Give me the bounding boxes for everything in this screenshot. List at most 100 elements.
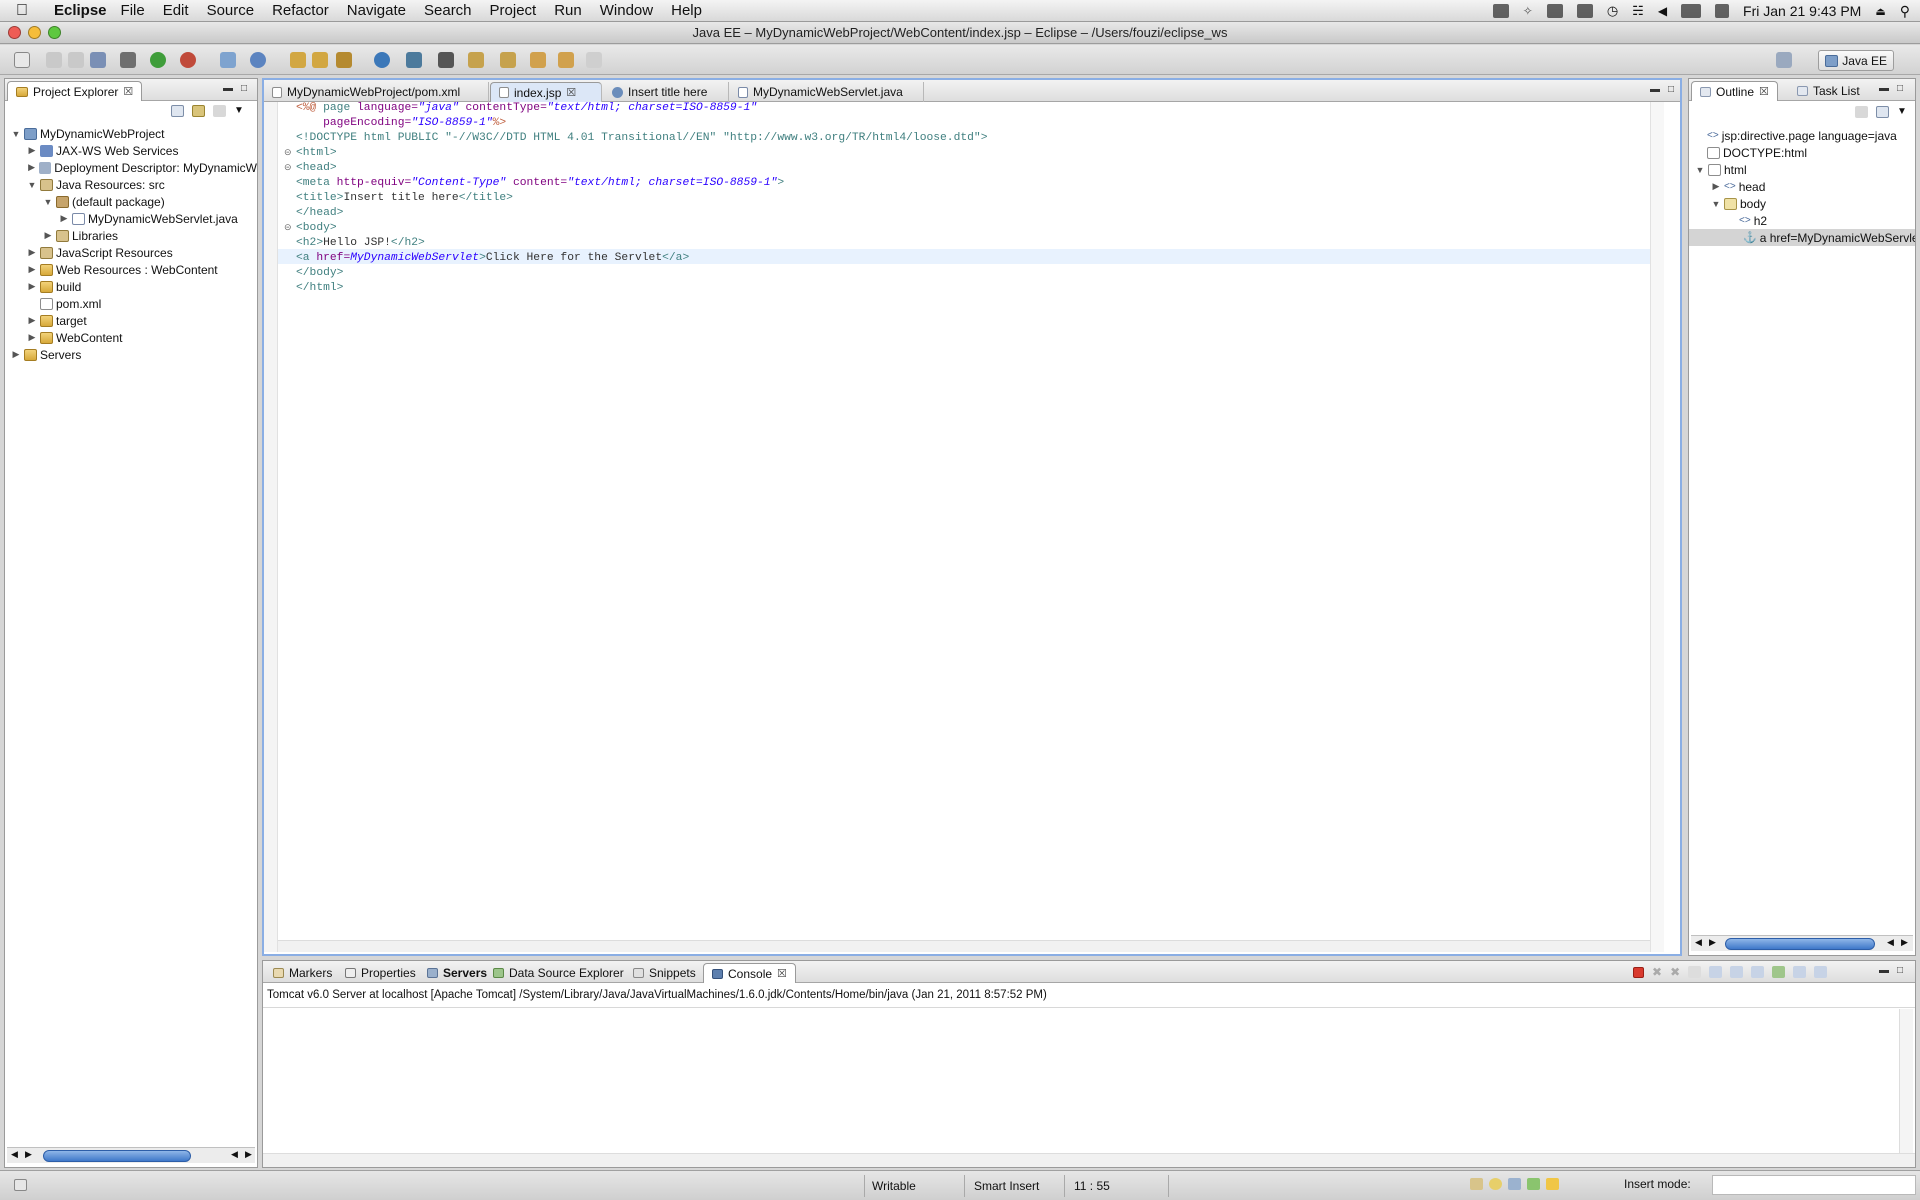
- code-line-8[interactable]: </head>: [296, 207, 343, 222]
- console-hscrollbar[interactable]: [263, 1153, 1915, 1167]
- star-icon[interactable]: [1546, 1178, 1559, 1190]
- menu-edit[interactable]: Edit: [163, 2, 189, 19]
- back-icon[interactable]: [530, 52, 546, 68]
- menu-window[interactable]: Window: [600, 2, 653, 19]
- next-annotation-icon[interactable]: [468, 52, 484, 68]
- tab-task-list[interactable]: Task List: [1789, 81, 1868, 101]
- menu-source[interactable]: Source: [207, 2, 255, 19]
- pin-console-icon[interactable]: [1772, 966, 1786, 978]
- code-line-13[interactable]: </html>: [296, 282, 343, 297]
- twisty-icon[interactable]: ▶: [27, 145, 37, 156]
- scroll-right-icon[interactable]: ▶: [245, 1149, 252, 1160]
- explorer-scrollbar[interactable]: ◀ ▶ ◀ ▶: [7, 1147, 255, 1163]
- twisty-icon[interactable]: ▶: [11, 349, 21, 360]
- menu-project[interactable]: Project: [490, 2, 537, 19]
- twisty-icon[interactable]: ▶: [27, 162, 36, 173]
- scroll-right-icon[interactable]: ▶: [25, 1149, 32, 1160]
- code-line-12[interactable]: </body>: [296, 267, 343, 282]
- new-web-service-icon[interactable]: [250, 52, 266, 68]
- clear-console-icon[interactable]: [1688, 966, 1702, 978]
- twisty-icon[interactable]: ▼: [11, 129, 21, 139]
- twisty-icon[interactable]: ▼: [27, 180, 37, 190]
- app-menu[interactable]: Eclipse: [54, 2, 107, 19]
- tree-item-webcontent[interactable]: ▶ WebContent: [27, 329, 123, 346]
- search-icon[interactable]: [336, 52, 352, 68]
- new-server-icon[interactable]: [220, 52, 236, 68]
- code-line-3[interactable]: <!DOCTYPE html PUBLIC "-//W3C//DTD HTML …: [296, 132, 987, 147]
- code-line-4[interactable]: <html>: [296, 147, 337, 162]
- code-line-9[interactable]: <body>: [296, 222, 337, 237]
- plugin-icon[interactable]: [1527, 1178, 1540, 1190]
- view-menu-icon[interactable]: ▼: [1897, 106, 1907, 118]
- maximize-icon[interactable]: □: [241, 83, 247, 94]
- perspective-java-ee[interactable]: Java EE: [1818, 50, 1894, 71]
- bluetooth-icon[interactable]: ✧: [1523, 4, 1533, 18]
- tab-data-source-explorer[interactable]: Data Source Explorer: [485, 963, 632, 983]
- twisty-icon[interactable]: ▶: [27, 315, 37, 326]
- save-all-icon[interactable]: [68, 52, 84, 68]
- tree-item-deployment-descriptor[interactable]: ▶ Deployment Descriptor: MyDynamicW: [27, 159, 257, 176]
- menu-help[interactable]: Help: [671, 2, 702, 19]
- menu-run[interactable]: Run: [554, 2, 582, 19]
- filter-icon[interactable]: [213, 105, 226, 117]
- open-perspective-icon[interactable]: [1776, 52, 1792, 68]
- tree-item-build[interactable]: ▶ build: [27, 278, 82, 295]
- outline-item-directive[interactable]: <> jsp:directive.page language=java: [1707, 127, 1897, 144]
- editor-gutter[interactable]: [264, 102, 278, 952]
- close-tab-icon[interactable]: ☒: [1759, 85, 1769, 98]
- outline-item-h2[interactable]: <> h2: [1739, 212, 1767, 229]
- twisty-icon[interactable]: ▼: [1711, 199, 1721, 209]
- show-on-stdout-icon[interactable]: [1730, 966, 1744, 978]
- remove-launch-icon[interactable]: ✖: [1652, 965, 1662, 979]
- tab-snippets[interactable]: Snippets: [625, 963, 704, 983]
- time-machine-icon[interactable]: ◷: [1607, 3, 1618, 19]
- tasks-icon[interactable]: [1470, 1178, 1483, 1190]
- collapse-all-icon[interactable]: [171, 105, 184, 117]
- tab-pom-xml[interactable]: MyDynamicWebProject/pom.xml: [264, 82, 489, 102]
- terminate-icon[interactable]: [1633, 966, 1644, 978]
- link-with-editor-icon[interactable]: [192, 105, 205, 117]
- editor-hscrollbar[interactable]: [278, 940, 1650, 952]
- dropbox-icon[interactable]: [1492, 4, 1509, 18]
- maximize-icon[interactable]: □: [1897, 965, 1903, 976]
- menu-file[interactable]: File: [121, 2, 145, 19]
- outline-item-head[interactable]: ▶ <> head: [1711, 178, 1766, 195]
- tree-item-jaxws[interactable]: ▶ JAX-WS Web Services: [27, 142, 179, 159]
- previous-annotation-icon[interactable]: [500, 52, 516, 68]
- twisty-icon[interactable]: ▶: [59, 213, 69, 224]
- tree-item-default-package[interactable]: ▼ (default package): [43, 193, 165, 210]
- display-icon[interactable]: [1576, 4, 1593, 18]
- display-selected-console-icon[interactable]: [1793, 966, 1807, 978]
- remove-all-icon[interactable]: ✖: [1670, 965, 1680, 979]
- close-tab-icon[interactable]: ☒: [566, 86, 576, 99]
- scroll-left-icon[interactable]: ◀: [1887, 937, 1894, 948]
- code-line-7[interactable]: <title>Insert title here</title>: [296, 192, 513, 207]
- fold-head-icon[interactable]: ⊝: [284, 162, 292, 173]
- twisty-icon[interactable]: ▶: [27, 332, 37, 343]
- scroll-left-icon[interactable]: ◀: [11, 1149, 18, 1160]
- print-icon[interactable]: [90, 52, 106, 68]
- menu-refactor[interactable]: Refactor: [272, 2, 329, 19]
- tab-project-explorer[interactable]: Project Explorer ☒: [7, 81, 143, 101]
- open-task-icon[interactable]: [312, 52, 328, 68]
- scroll-right-icon[interactable]: ▶: [1709, 937, 1716, 948]
- tree-item-java-resources[interactable]: ▼ Java Resources: src: [27, 176, 165, 193]
- forward-icon[interactable]: [558, 52, 574, 68]
- save-icon[interactable]: [46, 52, 62, 68]
- run-icon[interactable]: [150, 52, 166, 68]
- tab-properties[interactable]: Properties: [337, 963, 424, 983]
- outline-item-anchor[interactable]: ⚓ a href=MyDynamicWebServle: [1689, 229, 1915, 246]
- twisty-icon[interactable]: ▶: [1711, 181, 1721, 192]
- sort-icon[interactable]: [1855, 106, 1868, 118]
- spotlight-icon[interactable]: ⚲: [1900, 3, 1910, 20]
- tab-markers[interactable]: Markers: [265, 963, 340, 983]
- code-line-1[interactable]: <%@ page language="java" contentType="te…: [296, 102, 757, 117]
- image-icon[interactable]: [1508, 1178, 1521, 1190]
- toggle-mark-icon[interactable]: [406, 52, 422, 68]
- code-line-2[interactable]: pageEncoding="ISO-8859-1"%>: [296, 117, 506, 132]
- outline-scrollbar[interactable]: ◀ ▶ ◀ ▶: [1691, 935, 1913, 951]
- collapse-all-icon[interactable]: [1876, 106, 1889, 118]
- battery-icon[interactable]: [1681, 4, 1702, 18]
- tab-index-jsp[interactable]: index.jsp ☒: [490, 82, 602, 102]
- code-line-10[interactable]: <h2>Hello JSP!</h2>: [296, 237, 425, 252]
